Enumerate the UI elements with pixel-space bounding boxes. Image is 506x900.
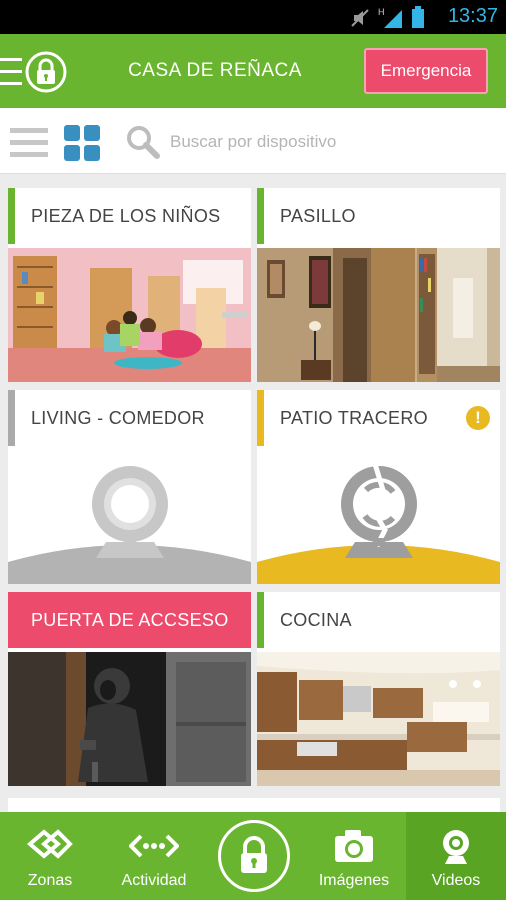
camera-preview[interactable] bbox=[257, 652, 500, 786]
menu-button[interactable] bbox=[0, 44, 76, 100]
device-card-header: PATIO TRACERO ! bbox=[257, 390, 500, 446]
warning-icon: ! bbox=[466, 406, 490, 430]
camera-preview[interactable] bbox=[257, 248, 500, 382]
home-title: CASA DE REÑACA bbox=[128, 60, 302, 81]
kitchen-photo bbox=[257, 652, 500, 786]
list-view-icon[interactable] bbox=[10, 126, 48, 158]
grid-view-icon[interactable] bbox=[64, 125, 100, 161]
signal-icon: H bbox=[378, 7, 402, 28]
view-toolbar bbox=[0, 108, 506, 174]
nav-label: Zonas bbox=[27, 872, 73, 889]
status-bar: H 13:37 bbox=[0, 0, 506, 34]
camera-preview[interactable] bbox=[257, 450, 500, 584]
device-name: PASILLO bbox=[280, 206, 356, 226]
next-row-peek bbox=[8, 798, 500, 812]
device-name: COCINA bbox=[280, 610, 352, 630]
webcam-broken-icon bbox=[257, 450, 500, 584]
device-card-puerta-acceso[interactable]: PUERTA DE ACCSESO bbox=[8, 592, 251, 786]
battery-icon bbox=[412, 6, 424, 28]
device-name: PUERTA DE ACCSESO bbox=[31, 610, 229, 630]
webcam-offline-icon bbox=[8, 450, 251, 584]
device-card-header: COCINA bbox=[257, 592, 500, 648]
arm-lock-button[interactable] bbox=[218, 820, 290, 892]
device-name: LIVING - COMEDOR bbox=[31, 408, 205, 428]
zones-icon bbox=[26, 829, 73, 859]
device-card-header: PUERTA DE ACCSESO bbox=[8, 592, 251, 648]
intruder-photo bbox=[8, 652, 251, 786]
nav-label: Videos bbox=[431, 872, 481, 889]
device-name: PATIO TRACERO bbox=[280, 408, 428, 428]
nav-label: Imágenes bbox=[318, 872, 390, 889]
nav-videos[interactable]: Videos bbox=[406, 812, 506, 900]
device-card-header: PIEZA DE LOS NIÑOS bbox=[8, 188, 251, 244]
camera-preview[interactable] bbox=[8, 450, 251, 584]
device-card-header: LIVING - COMEDOR bbox=[8, 390, 251, 446]
emergency-button[interactable]: Emergencia bbox=[364, 48, 488, 94]
device-card-pieza-ninos[interactable]: PIEZA DE LOS NIÑOS bbox=[8, 188, 251, 382]
app-bar: CASA DE REÑACA Emergencia bbox=[0, 34, 506, 108]
device-card-living-comedor[interactable]: LIVING - COMEDOR bbox=[8, 390, 251, 584]
hallway-photo bbox=[257, 248, 500, 382]
search-icon[interactable] bbox=[126, 125, 160, 159]
device-card-pasillo[interactable]: PASILLO bbox=[257, 188, 500, 382]
camera-preview[interactable] bbox=[8, 248, 251, 382]
device-name: PIEZA DE LOS NIÑOS bbox=[31, 206, 221, 226]
mute-icon bbox=[351, 9, 369, 27]
status-icons: H bbox=[350, 6, 424, 28]
bottom-nav: Zonas Actividad Imágenes Videos bbox=[0, 812, 506, 900]
webcam-icon bbox=[443, 830, 469, 864]
kids-room-photo bbox=[8, 248, 251, 382]
activity-icon bbox=[129, 834, 179, 858]
nav-zonas[interactable]: Zonas bbox=[0, 812, 100, 900]
device-card-header: PASILLO bbox=[257, 188, 500, 244]
device-card-cocina[interactable]: COCINA bbox=[257, 592, 500, 786]
camera-icon bbox=[335, 830, 373, 862]
menu-lock-icon bbox=[0, 51, 67, 93]
device-search-input[interactable] bbox=[170, 128, 490, 156]
svg-text:H: H bbox=[378, 7, 385, 17]
nav-label: Actividad bbox=[121, 872, 187, 889]
clock: 13:37 bbox=[447, 5, 498, 27]
nav-imagenes[interactable]: Imágenes bbox=[304, 812, 404, 900]
lock-icon bbox=[241, 836, 267, 873]
device-card-patio-tracero[interactable]: PATIO TRACERO ! bbox=[257, 390, 500, 584]
camera-preview[interactable] bbox=[8, 652, 251, 786]
nav-actividad[interactable]: Actividad bbox=[104, 812, 204, 900]
